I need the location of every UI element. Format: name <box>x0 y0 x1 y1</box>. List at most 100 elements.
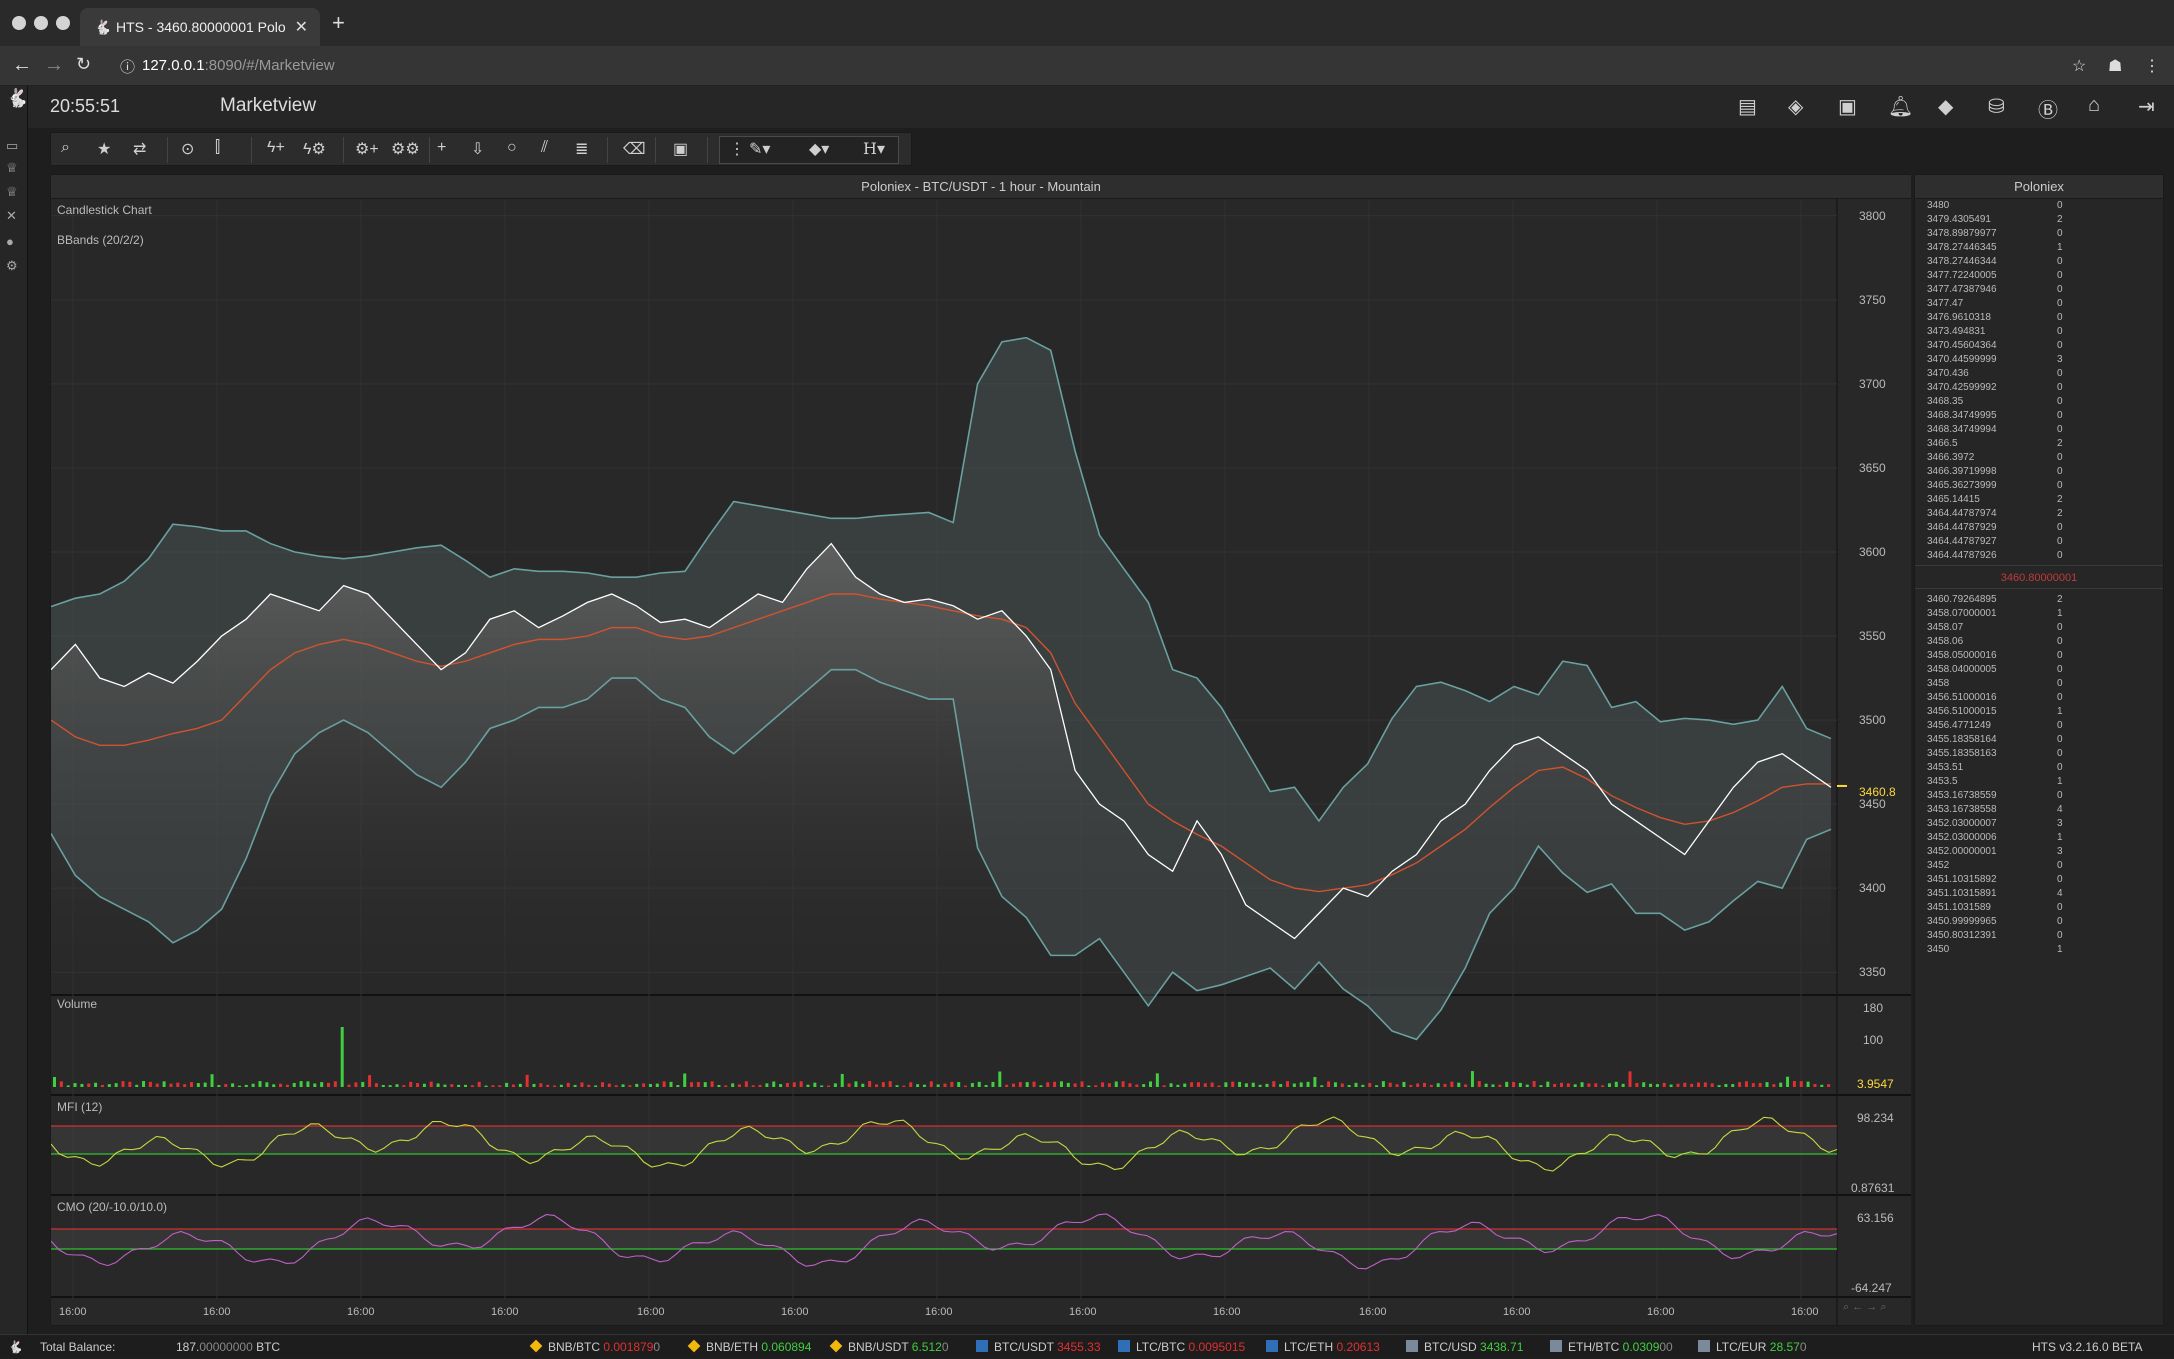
maximize-window-button[interactable] <box>56 16 70 30</box>
ask-row[interactable]: 3468.35 0 <box>1915 395 2163 409</box>
bid-row[interactable]: 3458.06 0 <box>1915 635 2163 649</box>
ask-row[interactable]: 3480 0 <box>1915 199 2163 213</box>
back-icon[interactable]: ← <box>12 54 32 77</box>
bid-row[interactable]: 3451.1031589 0 <box>1915 901 2163 915</box>
ask-row[interactable]: 3465.36273999 0 <box>1915 479 2163 493</box>
ticker-item[interactable]: ETH/BTC 0.030900 <box>1550 1340 1673 1354</box>
forward-icon[interactable]: → <box>44 54 64 77</box>
monitor-icon[interactable]: ▭ <box>6 138 18 154</box>
menu-icon[interactable]: ⋮ <box>2144 56 2160 76</box>
ask-row[interactable]: 3468.34749995 0 <box>1915 409 2163 423</box>
tools-icon[interactable]: ✕ <box>6 208 17 224</box>
close-window-button[interactable] <box>12 16 26 30</box>
ask-row[interactable]: 3470.42599992 0 <box>1915 381 2163 395</box>
ask-row[interactable]: 3476.9610318 0 <box>1915 311 2163 325</box>
ask-row[interactable]: 3465.14415 2 <box>1915 493 2163 507</box>
crosshair-icon[interactable]: + <box>437 139 446 157</box>
ticker-item[interactable]: LTC/BTC 0.0095015 <box>1118 1340 1245 1354</box>
ask-row[interactable]: 3466.5 2 <box>1915 437 2163 451</box>
info-icon[interactable]: ⓘ <box>120 56 135 77</box>
incognito-icon[interactable]: ☗ <box>2108 56 2122 76</box>
eraser-icon[interactable]: ⌫ <box>623 139 646 159</box>
ticker-item[interactable]: BNB/ETH 0.060894 <box>687 1339 811 1354</box>
reload-icon[interactable]: ↻ <box>76 54 91 75</box>
ticket-icon[interactable]: ◈ <box>1788 94 1803 119</box>
ask-row[interactable]: 3478.27446344 0 <box>1915 255 2163 269</box>
bid-row[interactable]: 3458.04000005 0 <box>1915 663 2163 677</box>
bbands-label[interactable]: BBands (20/2/2) <box>57 233 144 247</box>
ticker-item[interactable]: BNB/USDT 6.5120 <box>829 1339 949 1354</box>
bid-row[interactable]: 3458.07 0 <box>1915 621 2163 635</box>
brush-icon[interactable]: ✎▾ <box>749 139 770 159</box>
swap-icon[interactable]: ⇄ <box>133 139 146 159</box>
bid-row[interactable]: 3452.03000006 1 <box>1915 831 2163 845</box>
bid-row[interactable]: 3450.80312391 0 <box>1915 929 2163 943</box>
bid-row[interactable]: 3453.16738558 4 <box>1915 803 2163 817</box>
ask-row[interactable]: 3466.39719998 0 <box>1915 465 2163 479</box>
user-icon[interactable]: ● <box>6 234 14 249</box>
fill-icon[interactable]: ◆▾ <box>809 139 829 159</box>
bid-row[interactable]: 3452.03000007 3 <box>1915 817 2163 831</box>
bid-row[interactable]: 3455.18358163 0 <box>1915 747 2163 761</box>
bid-row[interactable]: 3452.00000001 3 <box>1915 845 2163 859</box>
bid-row[interactable]: 3460.79264895 2 <box>1915 593 2163 607</box>
ask-row[interactable]: 3466.3972 0 <box>1915 451 2163 465</box>
ask-row[interactable]: 3464.44787927 0 <box>1915 535 2163 549</box>
bid-row[interactable]: 3456.51000016 0 <box>1915 691 2163 705</box>
ask-row[interactable]: 3464.44787929 0 <box>1915 521 2163 535</box>
star-icon[interactable]: ★ <box>97 139 111 159</box>
zoom-controls-icon[interactable]: ⌕ ← → ⌕ <box>1843 1301 1887 1314</box>
ask-row[interactable]: 3477.47387946 0 <box>1915 283 2163 297</box>
crop-icon[interactable]: ▣ <box>1838 94 1857 119</box>
map-icon[interactable]: ▤ <box>1738 94 1757 119</box>
indicator-settings-icon[interactable]: ϟ⚙ <box>303 139 326 159</box>
lines-icon[interactable]: ⫽ <box>541 139 548 157</box>
fib-icon[interactable]: ≣ <box>575 139 588 159</box>
ask-row[interactable]: 3470.44599999 3 <box>1915 353 2163 367</box>
close-icon[interactable]: ✕ <box>295 17 308 37</box>
ask-row[interactable]: 3473.494831 0 <box>1915 325 2163 339</box>
bid-row[interactable]: 3458.07000001 1 <box>1915 607 2163 621</box>
search-icon[interactable]: ⌕ <box>61 139 70 157</box>
address-bar[interactable]: ⓘ 127.0.0.1:8090/#/Marketview <box>114 52 2034 80</box>
clock-icon[interactable]: ⊙ <box>181 139 194 159</box>
trophy2-icon[interactable]: ♕ <box>6 184 18 200</box>
bid-row[interactable]: 3452 0 <box>1915 859 2163 873</box>
ticker-item[interactable]: LTC/EUR 28.570 <box>1698 1340 1807 1354</box>
bid-row[interactable]: 3455.18358164 0 <box>1915 733 2163 747</box>
trophy-icon[interactable]: ♕ <box>6 160 18 176</box>
ask-row[interactable]: 3470.436 0 <box>1915 367 2163 381</box>
bid-row[interactable]: 3450.99999965 0 <box>1915 915 2163 929</box>
ticker-item[interactable]: BTC/USD 3438.71 <box>1406 1340 1523 1354</box>
browser-tab[interactable]: 🐇 HTS - 3460.80000001 Poloniex ✕ <box>80 8 320 46</box>
bid-row[interactable]: 3450 1 <box>1915 943 2163 957</box>
new-tab-button[interactable]: + <box>332 10 345 36</box>
circle-icon[interactable]: ○ <box>507 139 517 157</box>
bookmark-star-icon[interactable]: ☆ <box>2072 56 2086 76</box>
ask-row[interactable]: 3470.45604364 0 <box>1915 339 2163 353</box>
ask-row[interactable]: 3477.72240005 0 <box>1915 269 2163 283</box>
bid-row[interactable]: 3456.4771249 0 <box>1915 719 2163 733</box>
tag-icon[interactable]: ◆ <box>1938 94 1953 119</box>
bid-row[interactable]: 3451.10315892 0 <box>1915 873 2163 887</box>
ticker-item[interactable]: BTC/USDT 3455.33 <box>976 1340 1101 1354</box>
ask-row[interactable]: 3477.47 0 <box>1915 297 2163 311</box>
inbox-icon[interactable]: ⌂ <box>2088 94 2100 117</box>
bid-row[interactable]: 3453.51 0 <box>1915 761 2163 775</box>
strategy-settings-icon[interactable]: ⚙⚙ <box>391 139 420 159</box>
ticker-item[interactable]: BNB/BTC 0.0018790 <box>529 1339 660 1354</box>
minimize-window-button[interactable] <box>34 16 48 30</box>
bid-row[interactable]: 3453.16738559 0 <box>1915 789 2163 803</box>
chart-canvas[interactable]: 3800 3750 3700 3650 3600 3550 3500 3450 3400 3350 <box>51 199 1911 1325</box>
bitcoin-icon[interactable]: Ⓑ <box>2038 94 2058 123</box>
camera-icon[interactable]: ▣ <box>673 139 688 159</box>
coins-icon[interactable]: ⛁ <box>1988 94 2005 119</box>
ask-row[interactable]: 3479.4305491 2 <box>1915 213 2163 227</box>
settings-icon[interactable]: ⚙ <box>6 258 18 274</box>
candles-icon[interactable]: ⫿ <box>215 139 220 157</box>
bell-icon[interactable]: 🔔︎ <box>1888 94 1913 119</box>
bid-row[interactable]: 3458.05000016 0 <box>1915 649 2163 663</box>
strategy-add-icon[interactable]: ⚙+ <box>355 139 379 159</box>
ask-row[interactable]: 3464.44787926 0 <box>1915 549 2163 563</box>
ask-row[interactable]: 3478.27446345 1 <box>1915 241 2163 255</box>
